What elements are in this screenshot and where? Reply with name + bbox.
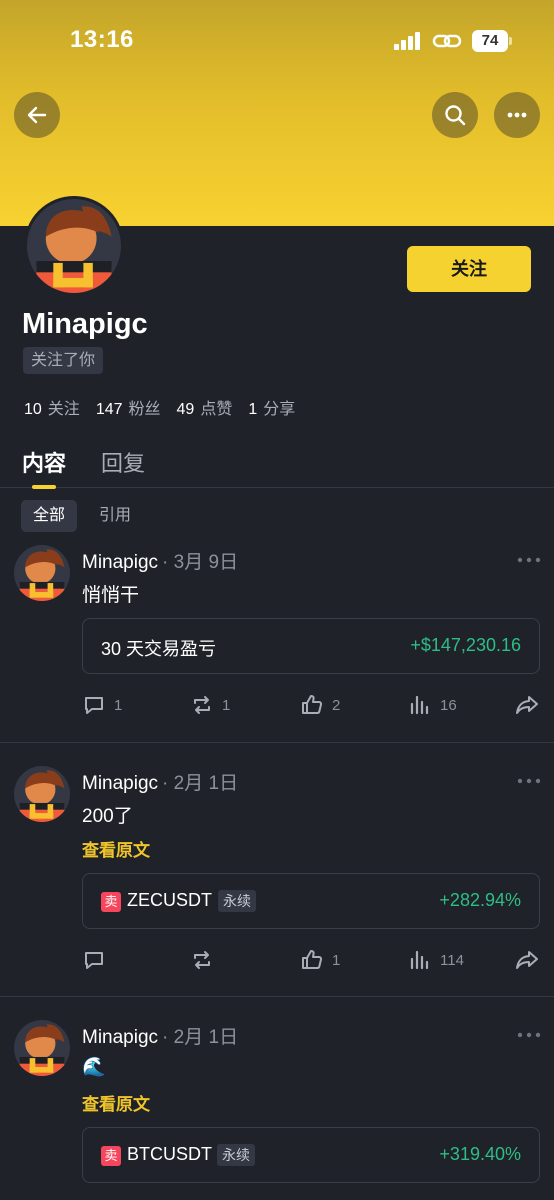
tab-reply[interactable]: 回复 (101, 446, 145, 478)
search-icon (445, 105, 466, 126)
post-header: Minapigc · 2月 1日 (82, 1022, 238, 1049)
comment-count: 1 (114, 696, 123, 714)
views-count: 114 (440, 951, 464, 969)
bar-chart-icon (410, 950, 429, 970)
sell-badge: 卖 (101, 892, 121, 912)
post-actions: 1 1 2 16 (82, 690, 542, 720)
profile-stats: 10 关注 147 粉丝 49 点赞 1 分享 (24, 395, 295, 419)
views-count: 16 (440, 696, 457, 714)
trade-card[interactable]: 卖 BTCUSDT 永续 +319.40% (82, 1127, 540, 1183)
follows-you-badge: 关注了你 (23, 347, 104, 374)
post-more-icon[interactable] (516, 777, 542, 785)
bar-chart-icon (410, 695, 429, 715)
content-filter: 全部 引用 (21, 500, 143, 532)
post-text: 悄悄干 (82, 585, 140, 606)
view-original-link[interactable]: 查看原文 (82, 836, 150, 861)
repost-icon (194, 951, 210, 969)
stat-likes: 49 点赞 (176, 401, 233, 418)
post-date: · 2月 1日 (162, 773, 239, 794)
post-divider (0, 742, 554, 743)
perpetual-badge: 永续 (217, 1144, 255, 1166)
post-text: 200了 (82, 806, 133, 827)
tab-content[interactable]: 内容 (22, 446, 66, 489)
views-stat: 16 (408, 690, 457, 720)
pnl-value: +$147,230.16 (410, 635, 521, 655)
post-divider (0, 996, 554, 997)
post-date: · 2月 1日 (162, 1027, 239, 1048)
post-date: · 3月 9日 (162, 552, 239, 573)
thumbs-up-icon (302, 695, 323, 714)
like-button[interactable]: 1 (300, 945, 340, 975)
like-count: 2 (332, 696, 341, 714)
like-count: 1 (332, 951, 341, 969)
trading-pair: ZECUSDT (127, 890, 212, 910)
post-more-icon[interactable] (516, 556, 542, 564)
comment-button[interactable]: 1 (82, 690, 122, 720)
filter-quote[interactable]: 引用 (87, 500, 143, 532)
pnl-label: 30 天交易盈亏 (101, 639, 217, 659)
comment-icon (85, 697, 103, 714)
post-author[interactable]: Minapigc (82, 773, 158, 794)
search-button[interactable] (432, 92, 478, 138)
more-horizontal-icon (507, 112, 527, 118)
repost-button[interactable]: 1 (190, 690, 230, 720)
stat-shares: 1 分享 (248, 401, 296, 418)
repost-icon (194, 696, 210, 714)
post-avatar[interactable] (14, 1020, 70, 1076)
status-time: 13:16 (70, 26, 134, 53)
arrow-left-icon (27, 106, 47, 124)
trade-card[interactable]: 卖 ZECUSDT 永续 +282.94% (82, 873, 540, 929)
post-header: Minapigc · 3月 9日 (82, 547, 238, 574)
trade-return: +282.94% (439, 890, 521, 910)
post-header: Minapigc · 2月 1日 (82, 768, 238, 795)
signal-icon (394, 32, 424, 50)
post-more-icon[interactable] (516, 1031, 542, 1039)
filter-all[interactable]: 全部 (21, 500, 78, 532)
share-icon (516, 951, 538, 969)
battery-indicator: 74 (472, 30, 512, 52)
trading-pair: BTCUSDT (127, 1144, 212, 1164)
back-button[interactable] (14, 92, 60, 138)
like-button[interactable]: 2 (300, 690, 340, 720)
link-icon (432, 34, 462, 48)
view-original-link[interactable]: 查看原文 (82, 1090, 150, 1115)
profile-avatar[interactable] (24, 196, 124, 296)
perpetual-badge: 永续 (218, 890, 256, 912)
comment-button[interactable] (82, 945, 114, 975)
profile-tabs: 内容 回复 (0, 440, 554, 489)
post-author[interactable]: Minapigc (82, 1027, 158, 1048)
more-options-button[interactable] (494, 92, 540, 138)
follow-button[interactable]: 关注 (407, 246, 531, 292)
share-button[interactable] (514, 945, 540, 975)
pnl-card[interactable]: 30 天交易盈亏 +$147,230.16 (82, 618, 540, 674)
thumbs-up-icon (302, 950, 323, 969)
repost-button[interactable] (190, 945, 222, 975)
stat-following[interactable]: 10 关注 (24, 395, 80, 419)
post-avatar[interactable] (14, 766, 70, 822)
post-author[interactable]: Minapigc (82, 552, 158, 573)
sell-badge: 卖 (101, 1146, 121, 1166)
post-actions: 1 114 (82, 945, 542, 975)
comment-icon (85, 952, 103, 969)
profile-username: Minapigc (22, 308, 148, 340)
trade-return: +319.40% (439, 1144, 521, 1164)
status-bar: 13:16 74 (0, 0, 554, 80)
views-stat: 114 (408, 945, 464, 975)
stat-followers[interactable]: 147 粉丝 (96, 395, 161, 419)
post-text: 🌊 (82, 1057, 106, 1078)
repost-count: 1 (222, 696, 231, 714)
post-avatar[interactable] (14, 545, 70, 601)
share-button[interactable] (514, 690, 540, 720)
share-icon (516, 696, 538, 714)
